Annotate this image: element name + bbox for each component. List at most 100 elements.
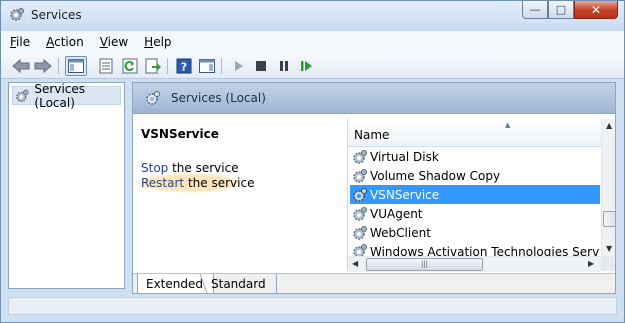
horizontal-scrollbar[interactable]: ◀ ||| ▶	[348, 256, 601, 272]
title-bar[interactable]: Services — □ ✕	[1, 1, 624, 31]
gear-icon	[10, 8, 24, 21]
menu-bar: File Action View Help	[1, 31, 624, 53]
menu-action-accel: A	[46, 35, 55, 49]
toolbar: ?	[1, 53, 624, 79]
export-list-button[interactable]	[143, 56, 163, 76]
scroll-up-icon[interactable]: ▲	[606, 121, 612, 130]
refresh-icon	[122, 58, 138, 74]
properties-button[interactable]	[96, 56, 116, 76]
maximize-button[interactable]: □	[548, 1, 574, 19]
export-list-icon	[145, 58, 161, 74]
restart-icon	[301, 61, 312, 71]
window-title: Services	[31, 8, 82, 22]
horizontal-scroll-thumb[interactable]: |||	[366, 258, 483, 271]
vertical-scrollbar[interactable]: ▲ ▼	[601, 119, 615, 256]
help-button[interactable]: ?	[174, 56, 194, 76]
service-name: Volume Shadow Copy	[370, 168, 501, 183]
column-header-name[interactable]: ▲ Name	[348, 119, 601, 147]
services-window: Services — □ ✕ File Action View Help ? S…	[0, 0, 625, 323]
console-tree: Services (Local)	[8, 82, 125, 289]
list-item[interactable]: WebClient	[350, 223, 600, 242]
service-name: VUAgent	[370, 206, 423, 221]
minimize-icon: —	[529, 3, 541, 16]
scroll-right-icon[interactable]: ▶	[588, 259, 594, 268]
status-bar	[8, 297, 617, 315]
menu-view[interactable]: View	[91, 35, 135, 49]
toolbar-separator	[221, 58, 222, 74]
pane-title: Services (Local)	[171, 91, 266, 105]
forward-button[interactable]	[33, 56, 53, 76]
start-icon	[235, 61, 243, 71]
gear-icon	[353, 244, 367, 256]
menu-help-label: elp	[153, 35, 172, 49]
maximize-icon: □	[555, 3, 567, 16]
list-item[interactable]: Windows Activation Technologies Service	[350, 242, 600, 256]
svg-text:?: ?	[181, 61, 187, 74]
service-name: WebClient	[370, 225, 431, 240]
restart-service-text: the service	[184, 176, 255, 190]
pane-header: Services (Local)	[133, 83, 615, 114]
column-header-label: Name	[354, 128, 390, 142]
stop-service-text: the service	[168, 161, 239, 175]
action-pane-icon	[199, 59, 215, 73]
gear-icon	[353, 225, 367, 240]
scroll-grip-icon: |||	[420, 260, 429, 268]
list-item-selected[interactable]: VSNService	[350, 185, 600, 204]
help-icon: ?	[176, 58, 192, 74]
toolbar-separator	[167, 58, 168, 74]
gear-icon	[353, 168, 367, 183]
refresh-button[interactable]	[120, 56, 140, 76]
menu-file[interactable]: File	[1, 35, 37, 49]
close-button[interactable]: ✕	[574, 1, 618, 19]
menu-help[interactable]: Help	[135, 35, 178, 49]
gear-icon	[353, 149, 367, 164]
menu-file-label: ile	[16, 35, 31, 49]
forward-icon	[34, 59, 52, 73]
close-icon: ✕	[590, 2, 602, 17]
back-icon	[12, 59, 30, 73]
minimize-button[interactable]: —	[522, 1, 548, 19]
action-pane-button[interactable]	[197, 56, 217, 76]
gear-icon	[353, 206, 367, 221]
scroll-left-icon[interactable]: ◀	[352, 259, 358, 268]
stop-icon	[256, 61, 266, 71]
show-hide-tree-icon	[68, 59, 84, 73]
restart-service-button[interactable]	[297, 56, 317, 76]
vertical-scroll-thumb[interactable]	[603, 211, 615, 227]
menu-view-accel: V	[99, 35, 108, 49]
menu-action[interactable]: Action	[37, 35, 91, 49]
selected-service-name: VSNService	[141, 127, 219, 141]
back-button[interactable]	[11, 56, 31, 76]
service-name: Windows Activation Technologies Service	[370, 245, 600, 256]
toolbar-separator	[58, 58, 59, 74]
service-name: Virtual Disk	[370, 149, 439, 164]
services-pane: Services (Local) VSNService Stop the ser…	[132, 82, 616, 294]
restart-service-line: Restart the service	[141, 176, 254, 190]
pause-service-button[interactable]	[274, 56, 294, 76]
stop-service-link[interactable]: Stop	[141, 161, 168, 175]
restart-service-link[interactable]: Restart	[141, 176, 184, 190]
menu-help-accel: H	[144, 35, 154, 49]
menu-view-label: iew	[107, 35, 129, 49]
gear-icon	[16, 89, 29, 102]
scrollbar-corner	[601, 256, 615, 271]
properties-icon	[99, 58, 113, 74]
gear-icon	[353, 187, 367, 202]
caption-buttons: — □ ✕	[522, 1, 618, 21]
tab-standard[interactable]: Standard	[203, 274, 277, 293]
tree-item-label: Services (Local)	[34, 81, 86, 110]
menu-action-label: ction	[54, 35, 84, 49]
start-service-button[interactable]	[229, 56, 249, 76]
pause-icon	[280, 61, 288, 71]
stop-service-button[interactable]	[251, 56, 271, 76]
scroll-down-icon[interactable]: ▼	[606, 244, 612, 253]
services-list: ▲ Name Virtual Disk Volume Shadow Copy V…	[347, 119, 615, 272]
list-item[interactable]: Virtual Disk	[350, 147, 600, 166]
tree-item-services-local[interactable]: Services (Local)	[12, 82, 121, 110]
list-item[interactable]: Volume Shadow Copy	[350, 166, 600, 185]
service-name: VSNService	[370, 187, 440, 202]
gear-icon	[146, 91, 160, 105]
list-item[interactable]: VUAgent	[350, 204, 600, 223]
stop-service-line: Stop the service	[141, 161, 239, 175]
show-hide-tree-button[interactable]	[65, 56, 87, 76]
